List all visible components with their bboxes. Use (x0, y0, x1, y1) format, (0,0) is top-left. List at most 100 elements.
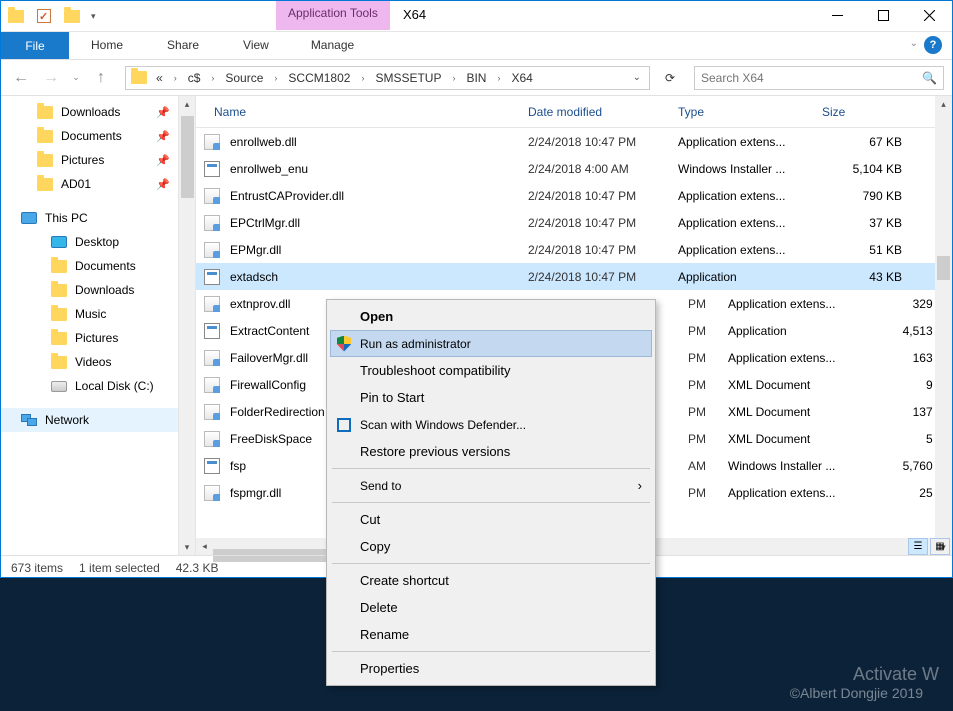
scroll-down-icon[interactable]: ▾ (179, 539, 195, 555)
cm-pin-start[interactable]: Pin to Start (330, 384, 652, 411)
cm-copy[interactable]: Copy (330, 533, 652, 560)
defender-icon (336, 417, 352, 433)
nav-recent-icon[interactable]: ⌄ (69, 66, 83, 90)
view-thumbnails-button[interactable]: ▦ (930, 538, 950, 555)
folder-icon (37, 154, 53, 167)
nav-up-button[interactable]: ↑ (89, 66, 113, 90)
crumb-0[interactable]: « (150, 69, 169, 87)
navpane-item-documents-2[interactable]: Documents (1, 254, 178, 278)
search-box[interactable]: 🔍 (694, 66, 944, 90)
file-row[interactable]: EPCtrlMgr.dll2/24/2018 10:47 PMApplicati… (196, 209, 952, 236)
crumb-1[interactable]: c$ (182, 69, 207, 87)
search-input[interactable] (701, 71, 922, 85)
crumb-6[interactable]: X64 (505, 69, 538, 87)
newfolder-icon[interactable] (63, 7, 81, 25)
navpane-item-downloads[interactable]: Downloads📌 (1, 100, 178, 124)
chevron-right-icon[interactable]: › (208, 73, 217, 83)
file-row[interactable]: EPMgr.dll2/24/2018 10:47 PMApplication e… (196, 236, 952, 263)
column-size[interactable]: Size (822, 105, 912, 119)
cm-delete[interactable]: Delete (330, 594, 652, 621)
cm-open[interactable]: Open (330, 303, 652, 330)
address-dropdown-icon[interactable]: ⌄ (629, 72, 645, 83)
file-name: enrollweb_enu (230, 162, 528, 176)
file-date: PM (688, 432, 728, 446)
navpane-item-pictures[interactable]: Pictures📌 (1, 148, 178, 172)
cm-properties[interactable]: Properties (330, 655, 652, 682)
nav-forward-button[interactable]: → (39, 66, 63, 90)
crumb-3[interactable]: SCCM1802 (282, 69, 356, 87)
file-row[interactable]: extadsch2/24/2018 10:47 PMApplication43 … (196, 263, 952, 290)
cm-cut[interactable]: Cut (330, 506, 652, 533)
navpane-item-localdisk[interactable]: Local Disk (C:) (1, 374, 178, 398)
file-icon (202, 213, 222, 233)
folder-icon (51, 284, 67, 297)
cm-rename[interactable]: Rename (330, 621, 652, 648)
navpane-scrollbar[interactable]: ▴ ▾ (178, 96, 195, 555)
chevron-right-icon[interactable]: › (358, 73, 367, 83)
tab-file[interactable]: File (1, 32, 69, 59)
chevron-right-icon[interactable]: › (171, 73, 180, 83)
navpane-item-label: Documents (61, 129, 122, 143)
maximize-button[interactable] (860, 1, 906, 30)
file-type: Application (678, 270, 822, 284)
cm-restore[interactable]: Restore previous versions (330, 438, 652, 465)
navpane-item-desktop[interactable]: Desktop (1, 230, 178, 254)
navpane-item-documents[interactable]: Documents📌 (1, 124, 178, 148)
folder-icon (51, 260, 67, 273)
tab-manage[interactable]: Manage (276, 32, 389, 58)
navpane-item-pictures-2[interactable]: Pictures (1, 326, 178, 350)
tab-home[interactable]: Home (69, 32, 145, 59)
search-icon[interactable]: 🔍 (922, 71, 937, 85)
activate-watermark: Activate W (853, 664, 939, 685)
scroll-up-icon[interactable]: ▴ (935, 96, 952, 112)
navpane-item-ad01[interactable]: AD01📌 (1, 172, 178, 196)
crumb-4[interactable]: SMSSETUP (369, 69, 447, 87)
crumb-5[interactable]: BIN (460, 69, 492, 87)
column-name[interactable]: Name (202, 105, 528, 119)
tab-share[interactable]: Share (145, 32, 221, 59)
pin-icon: 📌 (156, 106, 170, 119)
chevron-right-icon[interactable]: › (271, 73, 280, 83)
view-details-button[interactable]: ☰ (908, 538, 928, 555)
crumb-2[interactable]: Source (219, 69, 269, 87)
scrollbar-thumb[interactable] (937, 256, 950, 280)
navpane-item-thispc[interactable]: This PC (1, 206, 178, 230)
navpane-item-network[interactable]: Network (1, 408, 178, 432)
minimize-button[interactable] (814, 1, 860, 30)
scroll-up-icon[interactable]: ▴ (179, 96, 195, 112)
properties-icon[interactable]: ✓ (35, 7, 53, 25)
contextual-tab[interactable]: Application Tools (276, 1, 390, 30)
navpane-item-videos[interactable]: Videos (1, 350, 178, 374)
column-type[interactable]: Type (678, 105, 822, 119)
network-icon (21, 414, 37, 426)
file-type: Application extens... (728, 486, 872, 500)
column-date[interactable]: Date modified (528, 105, 678, 119)
cm-defender[interactable]: Scan with Windows Defender... (330, 411, 652, 438)
cm-sendto[interactable]: Send to› (330, 472, 652, 499)
refresh-button[interactable]: ⟳ (658, 66, 682, 90)
chevron-right-icon[interactable]: › (449, 73, 458, 83)
cm-separator (332, 468, 650, 469)
file-vscrollbar[interactable]: ▴ ▾ (935, 96, 952, 555)
qat-dropdown-icon[interactable]: ▾ (91, 11, 96, 22)
file-row[interactable]: enrollweb_enu2/24/2018 4:00 AMWindows In… (196, 155, 952, 182)
nav-back-button[interactable]: ← (9, 66, 33, 90)
close-button[interactable] (906, 1, 952, 30)
address-bar[interactable]: «› c$› Source› SCCM1802› SMSSETUP› BIN› … (125, 66, 650, 90)
ribbon-expand-icon[interactable]: ⌄ (910, 38, 918, 49)
file-row[interactable]: EntrustCAProvider.dll2/24/2018 10:47 PMA… (196, 182, 952, 209)
file-type: Application extens... (678, 243, 822, 257)
scroll-left-icon[interactable]: ◂ (196, 538, 213, 555)
navpane-item-label: Local Disk (C:) (75, 379, 154, 393)
help-icon[interactable]: ? (924, 36, 942, 54)
file-row[interactable]: enrollweb.dll2/24/2018 10:47 PMApplicati… (196, 128, 952, 155)
navpane-item-label: Videos (75, 355, 111, 369)
navpane-item-downloads-2[interactable]: Downloads (1, 278, 178, 302)
cm-shortcut[interactable]: Create shortcut (330, 567, 652, 594)
cm-runas[interactable]: Run as administrator (330, 330, 652, 357)
navpane-item-music[interactable]: Music (1, 302, 178, 326)
chevron-right-icon[interactable]: › (494, 73, 503, 83)
cm-troubleshoot[interactable]: Troubleshoot compatibility (330, 357, 652, 384)
scrollbar-thumb[interactable] (181, 116, 194, 198)
file-name: fsp (230, 459, 330, 473)
